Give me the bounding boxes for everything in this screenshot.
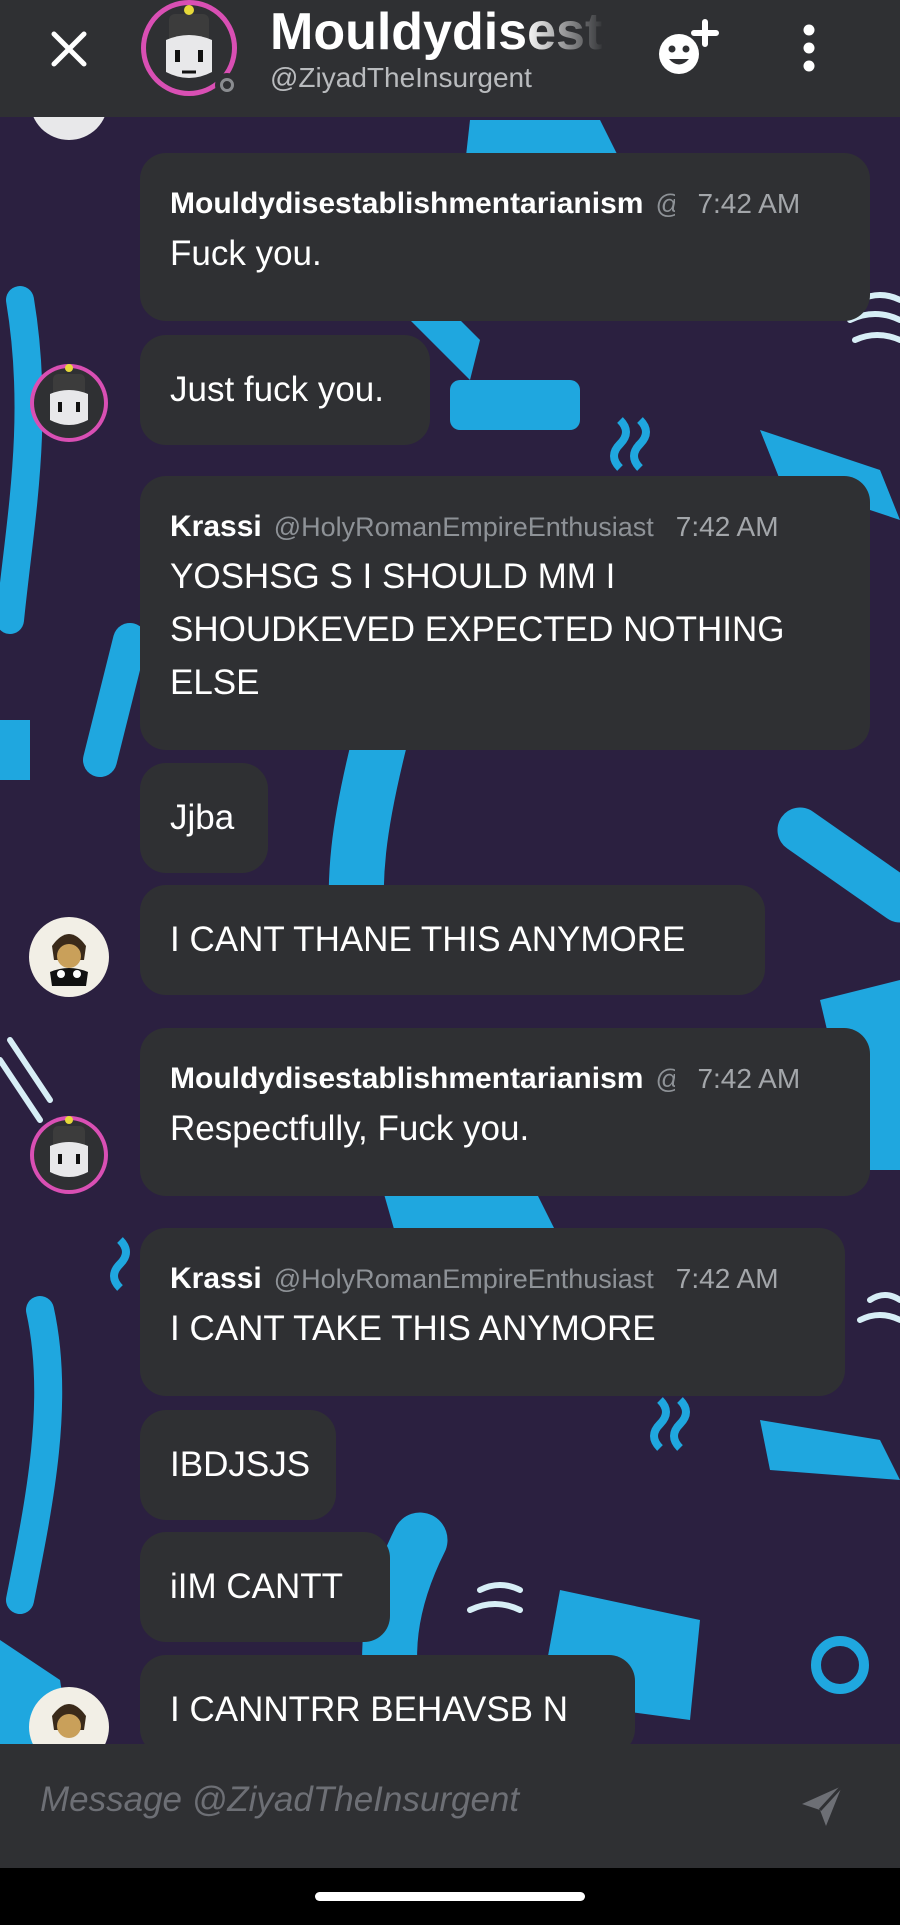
chat-header: Mouldydisestablishmentarianism @ZiyadThe… [0, 0, 900, 117]
more-options-button[interactable] [788, 20, 830, 80]
message-text: IBDJSJS [170, 1445, 311, 1484]
message-bubble[interactable]: Mouldydisestablishmentarianism @ZiyadThe… [140, 153, 870, 321]
message-timestamp: 7:42 AM [675, 511, 779, 542]
avatar[interactable] [28, 362, 110, 444]
message-text: Jjba [170, 798, 235, 837]
message-timestamp: 7:42 AM [697, 1063, 801, 1094]
avatar[interactable] [28, 1114, 110, 1196]
message-input[interactable] [40, 1780, 760, 1820]
message-author-handle: @ZiyadTheInsurgent [655, 189, 675, 220]
message-bubble[interactable]: Just fuck you. [140, 335, 430, 445]
message-bubble[interactable]: IBDJSJS [140, 1410, 336, 1520]
message-text: I CANNTRR BEHAVSB N [170, 1690, 569, 1729]
message-timestamp: 7:42 AM [675, 1263, 779, 1294]
message-bubble[interactable]: Jjba [140, 763, 268, 873]
message-bubble[interactable]: Krassi @HolyRomanEmpireEnthusiast 7:42 A… [140, 1228, 845, 1396]
add-friend-icon [659, 19, 719, 74]
message-author-handle: @ZiyadTheInsurgent [655, 1064, 675, 1095]
status-indicator [215, 73, 239, 97]
header-handle: @ZiyadTheInsurgent [270, 62, 532, 93]
message-text: I CANT TAKE THIS ANYMORE [170, 1309, 656, 1348]
message-meta: Krassi @HolyRomanEmpireEnthusiast 7:42 A… [170, 1262, 815, 1302]
message-composer [0, 1744, 900, 1868]
message-bubble[interactable]: Krassi @HolyRomanEmpireEnthusiast 7:42 A… [140, 476, 870, 750]
message-bubble[interactable]: iIM CANTT [140, 1532, 390, 1642]
message-text: Respectfully, Fuck you. [170, 1109, 530, 1148]
message-author[interactable]: Krassi [170, 510, 262, 544]
send-button[interactable] [800, 1784, 844, 1828]
message-text: I CANT THANE THIS ANYMORE [170, 920, 686, 959]
header-title: Mouldydisestablishmentarianism [270, 3, 605, 61]
message-bubble[interactable]: I CANT THANE THIS ANYMORE [140, 885, 765, 995]
message-meta: Mouldydisestablishmentarianism @ZiyadThe… [170, 1062, 840, 1102]
message-author-handle: @HolyRomanEmpireEnthusiast [273, 1264, 654, 1294]
message-text: Fuck you. [170, 234, 322, 273]
message-author[interactable]: Krassi [170, 1262, 262, 1296]
message-author[interactable]: Mouldydisestablishmentarianism [170, 1062, 643, 1096]
message-author[interactable]: Mouldydisestablishmentarianism [170, 187, 643, 221]
message-timestamp: 7:42 AM [697, 188, 801, 219]
message-author-handle: @HolyRomanEmpireEnthusiast [273, 512, 654, 542]
message-meta: Mouldydisestablishmentarianism @ZiyadThe… [170, 187, 840, 227]
send-icon [802, 1784, 844, 1826]
vertical-dots-icon [803, 24, 815, 72]
message-text: iIM CANTT [170, 1567, 344, 1606]
message-bubble[interactable]: Mouldydisestablishmentarianism @ZiyadThe… [140, 1028, 870, 1196]
message-meta: Krassi @HolyRomanEmpireEnthusiast 7:42 A… [170, 510, 840, 550]
message-bubble[interactable]: I CANNTRR BEHAVSB N [140, 1655, 635, 1755]
add-friend-button[interactable] [655, 18, 725, 78]
message-text: Just fuck you. [170, 370, 384, 409]
close-icon [51, 31, 87, 67]
system-nav-bar [0, 1868, 900, 1925]
home-indicator[interactable] [315, 1892, 585, 1901]
close-button[interactable] [42, 22, 96, 76]
avatar[interactable] [28, 916, 110, 998]
message-text: YOSHSG S I SHOULD MM I SHOUDKEVED EXPECT… [170, 557, 785, 702]
